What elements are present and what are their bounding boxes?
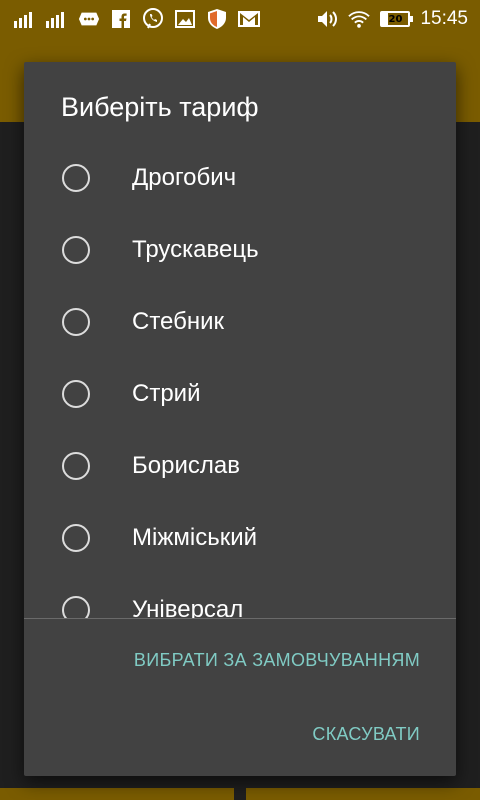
radio-button[interactable] (62, 236, 90, 264)
dialog-divider (24, 618, 456, 619)
tariff-option[interactable]: Універсал (24, 574, 456, 618)
status-bar-right: 20 15:45 (316, 8, 468, 30)
cancel-button[interactable]: СКАСУВАТИ (312, 724, 420, 745)
radio-button[interactable] (62, 380, 90, 408)
status-bar-left (14, 8, 260, 30)
clock: 15:45 (420, 8, 468, 29)
tariff-option-label: Універсал (132, 596, 244, 618)
messages-icon (78, 8, 100, 30)
radio-button[interactable] (62, 164, 90, 192)
tariff-option[interactable]: Стрий (24, 358, 456, 430)
tariff-option-label: Дрогобич (132, 164, 237, 191)
select-default-button[interactable]: ВИБРАТИ ЗА ЗАМОВЧУВАННЯМ (134, 650, 420, 671)
tariff-option[interactable]: Трускавець (24, 214, 456, 286)
gmail-icon (238, 8, 260, 30)
signal-1-icon (14, 8, 36, 30)
tariff-option-label: Міжміський (132, 524, 258, 551)
status-bar: 20 15:45 (0, 0, 480, 38)
volume-icon (316, 8, 338, 30)
bottom-button-right (246, 788, 480, 800)
wifi-icon (348, 8, 371, 30)
facebook-icon (110, 8, 132, 30)
tariff-option[interactable]: Міжміський (24, 502, 456, 574)
tariff-dialog: Виберіть тариф Дрогобич Трускавець Стебн… (24, 62, 456, 776)
battery-level-fill (382, 13, 388, 25)
radio-button[interactable] (62, 452, 90, 480)
battery-level-label: 20 (388, 13, 403, 25)
tariff-option[interactable]: Борислав (24, 430, 456, 502)
dialog-title: Виберіть тариф (61, 92, 259, 122)
battery-icon: 20 (380, 11, 414, 27)
tariff-option-label: Борислав (132, 452, 240, 479)
tariff-option[interactable]: Стебник (24, 286, 456, 358)
signal-2-icon (46, 8, 68, 30)
tariff-option[interactable]: Дрогобич (24, 142, 456, 214)
bottom-button-left (0, 788, 234, 800)
shield-icon (206, 8, 228, 30)
radio-button[interactable] (62, 308, 90, 336)
tariff-option-label: Трускавець (132, 236, 259, 263)
gallery-icon (174, 8, 196, 30)
viber-icon (142, 8, 164, 30)
tariff-option-label: Стрий (132, 380, 201, 407)
tariff-options-list[interactable]: Дрогобич Трускавець Стебник Стрий Борисл… (24, 142, 456, 618)
tariff-option-label: Стебник (132, 308, 225, 335)
radio-button[interactable] (62, 596, 90, 618)
radio-button[interactable] (62, 524, 90, 552)
